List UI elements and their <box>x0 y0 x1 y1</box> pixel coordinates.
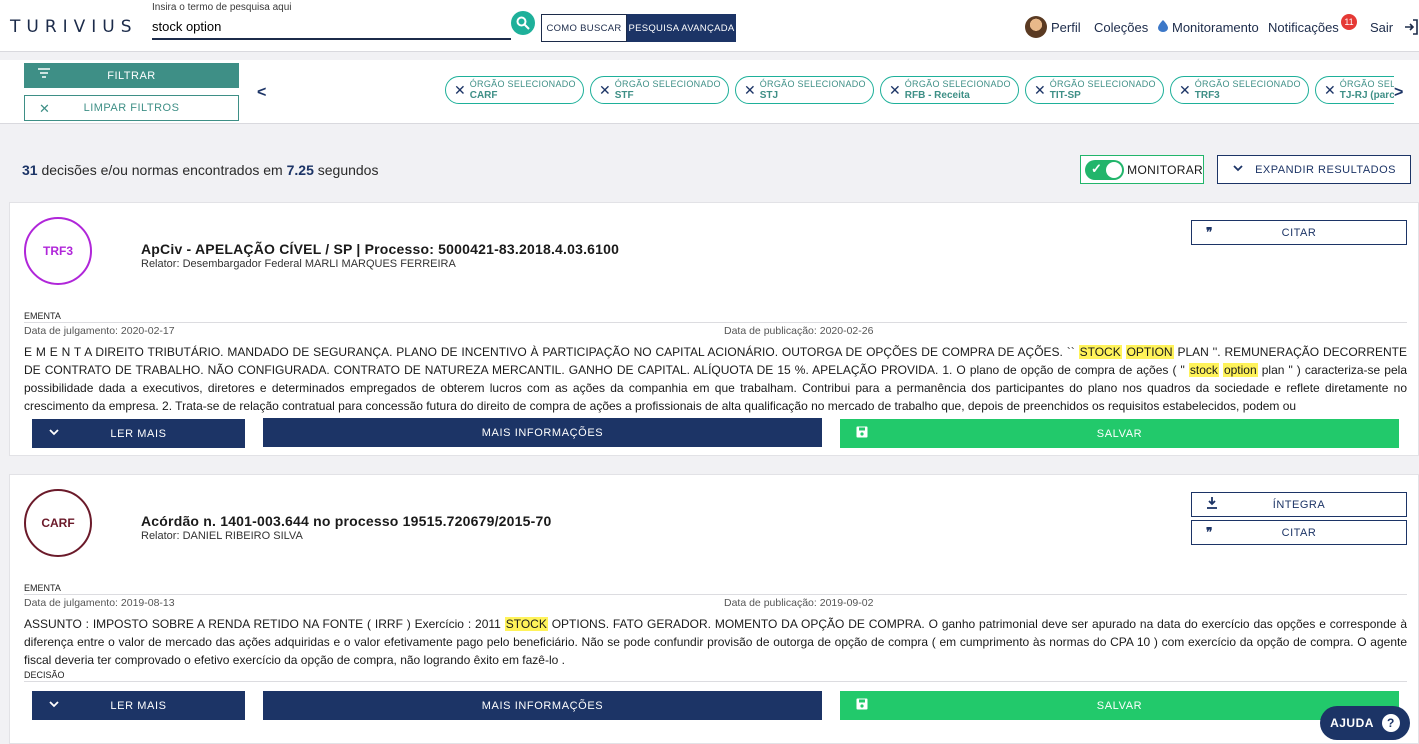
download-icon <box>1207 497 1217 509</box>
judgment-date: Data de julgamento: 2020-02-17 <box>24 325 175 337</box>
save-button[interactable]: SALVAR <box>840 419 1399 448</box>
section-label: EMENTA <box>24 311 61 321</box>
section-label: EMENTA <box>24 583 61 593</box>
remove-chip-icon[interactable]: ✕ <box>744 82 756 99</box>
chips-next-arrow[interactable]: > <box>1394 84 1403 102</box>
nav-profile[interactable]: Perfil <box>1051 20 1081 35</box>
results-summary: 31 decisões e/ou normas encontrados em 7… <box>22 162 379 178</box>
organ-chip[interactable]: ✕ ÓRGÃO SELECIONADO CARF <box>445 76 584 104</box>
nav-monitoring[interactable]: Monitoramento <box>1172 20 1259 35</box>
court-badge: TRF3 <box>24 217 92 285</box>
remove-chip-icon[interactable]: ✕ <box>599 82 611 99</box>
monitor-switch[interactable]: ✓ <box>1085 159 1125 180</box>
selected-organs-chips: ✕ ÓRGÃO SELECIONADO CARF ✕ ÓRGÃO SELECIONAD… <box>445 76 1394 106</box>
logout-icon[interactable] <box>1404 19 1418 35</box>
cite-button[interactable]: ❞ CITAR <box>1191 520 1407 545</box>
notifications-badge: 11 <box>1341 14 1357 30</box>
filter-bar: FILTRAR ✕ LIMPAR FILTROS < ✕ ÓRGÃO SELECI… <box>0 60 1419 124</box>
quote-icon: ❞ <box>1206 225 1213 239</box>
more-info-button[interactable]: MAIS INFORMAÇÕES <box>263 691 822 720</box>
advanced-search-button[interactable]: PESQUISA AVANÇADA <box>627 14 736 42</box>
result-card: TRF3 ApCiv - APELAÇÃO CÍVEL / SP | Proce… <box>9 202 1419 456</box>
remove-chip-icon[interactable]: ✕ <box>1324 82 1336 99</box>
top-header: TURIVIUS Insira o termo de pesquisa aqui… <box>0 0 1419 52</box>
save-button[interactable]: SALVAR <box>840 691 1399 720</box>
more-info-button[interactable]: MAIS INFORMAÇÕES <box>263 418 822 447</box>
chevron-down-icon <box>49 429 59 436</box>
chips-prev-arrow[interactable]: < <box>257 84 266 102</box>
organ-chip[interactable]: ✕ ÓRGÃO SELECIONADO TRF3 <box>1170 76 1309 104</box>
publication-date: Data de publicação: 2020-02-26 <box>724 325 874 337</box>
card-title[interactable]: Acórdão n. 1401-003.644 no processo 1951… <box>141 513 551 529</box>
remove-chip-icon[interactable]: ✕ <box>889 82 901 99</box>
organ-chip[interactable]: ✕ ÓRGÃO SELECIONADO STF <box>590 76 729 104</box>
filter-icon <box>38 68 50 78</box>
read-more-button[interactable]: LER MAIS <box>32 691 245 720</box>
court-badge: CARF <box>24 489 92 557</box>
judgment-date: Data de julgamento: 2019-08-13 <box>24 597 175 609</box>
filter-button[interactable]: FILTRAR <box>24 63 239 88</box>
search-input[interactable] <box>152 12 511 40</box>
organ-chip[interactable]: ✕ÓRGÃO SELECIONADOTJ-RJ (parc <box>1315 76 1394 104</box>
monitor-toggle[interactable]: ✓ MONITORAR <box>1080 155 1204 184</box>
avatar[interactable] <box>1025 16 1047 38</box>
organ-chip[interactable]: ✕ ÓRGÃO SELECIONADO TIT-SP <box>1025 76 1164 104</box>
remove-chip-icon[interactable]: ✕ <box>454 82 466 99</box>
clear-filters-button[interactable]: ✕ LIMPAR FILTROS <box>24 95 239 121</box>
card-text: ASSUNTO : IMPOSTO SOBRE A RENDA RETIDO N… <box>24 617 1407 667</box>
check-icon: ✓ <box>1091 160 1102 176</box>
quote-icon: ❞ <box>1206 525 1213 539</box>
monitor-label: MONITORAR <box>1127 162 1203 177</box>
how-to-search-button[interactable]: COMO BUSCAR <box>541 14 627 42</box>
nav-notifications[interactable]: Notificações <box>1268 20 1339 35</box>
question-icon: ? <box>1381 714 1400 732</box>
card-relator: Relator: DANIEL RIBEIRO SILVA <box>141 530 303 542</box>
nav-logout[interactable]: Sair <box>1370 20 1393 35</box>
search-icon <box>516 16 530 30</box>
save-icon <box>856 698 868 710</box>
organ-chip[interactable]: ✕ ÓRGÃO SELECIONADO RFB - Receita <box>880 76 1019 104</box>
save-icon <box>856 426 868 438</box>
full-text-button[interactable]: ÍNTEGRA <box>1191 492 1407 517</box>
result-card: CARF Acórdão n. 1401-003.644 no processo… <box>9 474 1419 744</box>
filter-button-label: FILTRAR <box>107 69 156 82</box>
nav-collections[interactable]: Coleções <box>1094 20 1148 35</box>
clear-filters-label: LIMPAR FILTROS <box>83 102 180 114</box>
remove-chip-icon[interactable]: ✕ <box>1034 82 1046 99</box>
card-relator: Relator: Desembargador Federal MARLI MAR… <box>141 258 456 270</box>
chevron-down-icon <box>49 701 59 708</box>
results-time: 7.25 <box>286 162 314 178</box>
remove-chip-icon[interactable]: ✕ <box>1179 82 1191 99</box>
cite-button[interactable]: ❞ CITAR <box>1191 220 1407 245</box>
results-count: 31 <box>22 162 38 178</box>
search-button[interactable] <box>511 11 535 35</box>
help-button[interactable]: AJUDA ? <box>1320 706 1410 740</box>
monitoring-icon <box>1158 20 1168 35</box>
read-more-button[interactable]: LER MAIS <box>32 419 245 448</box>
card-text: E M E N T A DIREITO TRIBUTÁRIO. MANDADO … <box>24 345 1407 413</box>
card-title[interactable]: ApCiv - APELAÇÃO CÍVEL / SP | Processo: … <box>141 241 619 257</box>
chevron-down-icon <box>1233 165 1243 172</box>
expand-results-button[interactable]: EXPANDIR RESULTADOS <box>1217 155 1411 184</box>
logo-wordmark: TURIVIUS <box>10 17 138 37</box>
close-icon: ✕ <box>39 101 51 116</box>
publication-date: Data de publicação: 2019-09-02 <box>724 597 874 609</box>
decision-label: DECISÃO <box>24 670 65 680</box>
turivius-logo[interactable]: TURIVIUS <box>0 10 132 44</box>
organ-chip[interactable]: ✕ ÓRGÃO SELECIONADO STJ <box>735 76 874 104</box>
